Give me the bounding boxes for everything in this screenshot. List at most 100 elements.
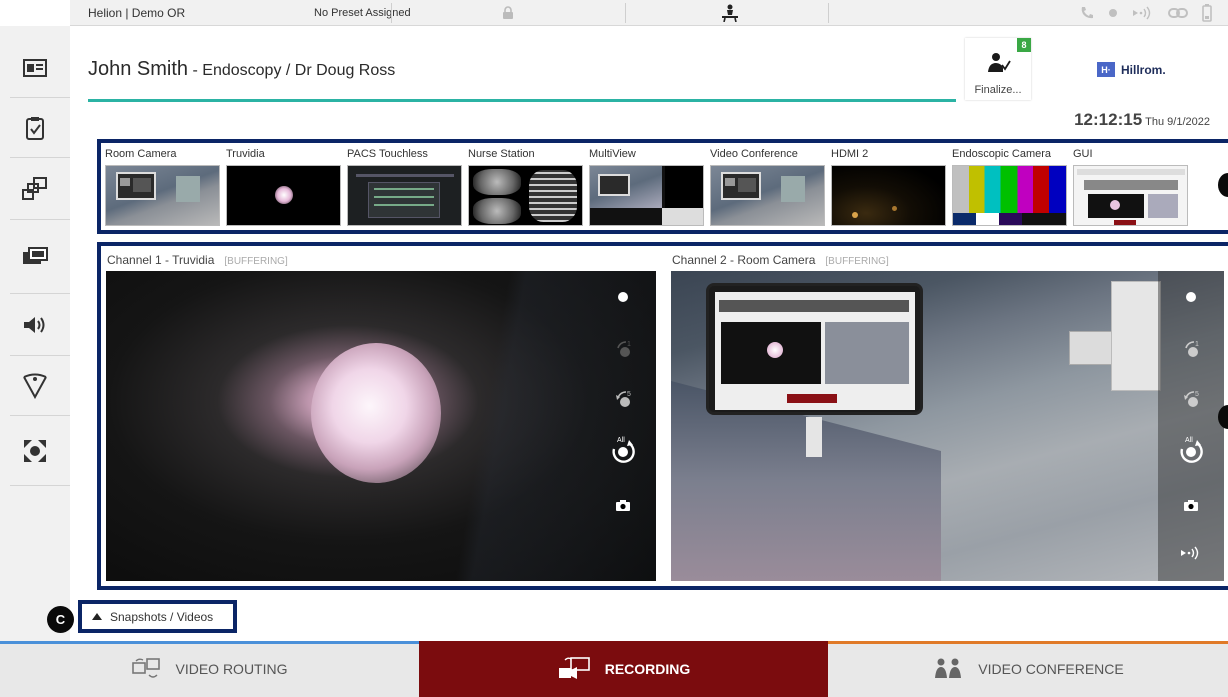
- source-thumbnail: [952, 165, 1067, 226]
- source-thumbnail: [347, 165, 462, 226]
- sidebar-item-audio[interactable]: [0, 294, 70, 356]
- caret-up-icon: [92, 613, 102, 620]
- snapshots-videos-toggle[interactable]: Snapshots / Videos: [78, 600, 237, 633]
- channel-2-controls: 1 5 All: [1158, 271, 1224, 581]
- link-icon: [1168, 8, 1188, 18]
- user-check-icon: [988, 53, 1011, 72]
- clock: 12:12:15 Thu 9/1/2022: [1074, 110, 1210, 130]
- sidebar-item-patient[interactable]: [0, 38, 70, 98]
- record-all-button[interactable]: All: [1158, 431, 1224, 467]
- bottom-navigation: VIDEO ROUTING RECORDING VIDEO CONFERENCE: [0, 641, 1228, 697]
- speaker-icon: [24, 317, 45, 333]
- channel-2-status: [BUFFERING]: [825, 256, 889, 267]
- callout-marker-c: C: [47, 606, 74, 633]
- svg-text:All: All: [617, 437, 625, 444]
- finalize-count-badge: 8: [1017, 38, 1031, 52]
- source-thumbnail: [226, 165, 341, 226]
- channel-2-video[interactable]: 1 5 All: [671, 271, 1224, 581]
- screenshot-button[interactable]: [590, 493, 656, 517]
- source-label: Truvidia: [226, 148, 265, 160]
- stream-button[interactable]: [1158, 541, 1224, 565]
- rewind-5-icon: 5: [616, 391, 631, 407]
- source-label: MultiView: [589, 148, 636, 160]
- status-icons: [1080, 0, 1212, 26]
- record-button[interactable]: [590, 285, 656, 309]
- source-thumbnail: [589, 165, 704, 226]
- snapshot-5-button[interactable]: 5: [1158, 383, 1224, 415]
- lock-button[interactable]: [502, 0, 514, 26]
- sidebar-item-lights[interactable]: [0, 356, 70, 416]
- channel-1-controls: 1 5 All: [590, 271, 656, 581]
- svg-text:5: 5: [1195, 391, 1199, 398]
- clock-time: 12:12:15: [1074, 110, 1143, 129]
- channel-1-title: Channel 1 - Truvidia: [107, 253, 215, 267]
- finalize-button[interactable]: 8 Finalize...: [965, 38, 1031, 100]
- snapshots-label: Snapshots / Videos: [110, 609, 214, 624]
- video-conference-icon: [935, 658, 962, 678]
- surgeon-icon: [722, 4, 738, 22]
- sidebar-item-camera-control[interactable]: [0, 416, 70, 486]
- snapshot-5-button[interactable]: 5: [590, 383, 656, 415]
- clock-date: Thu 9/1/2022: [1145, 116, 1210, 128]
- record-all-icon: All: [1180, 437, 1203, 463]
- svg-text:All: All: [1185, 437, 1193, 444]
- procedure-info: - Endoscopy / Dr Doug Ross: [188, 62, 396, 79]
- source-label: Endoscopic Camera: [952, 148, 1052, 160]
- snapshot-1-button[interactable]: 1: [590, 333, 656, 365]
- rewind-5-icon: 5: [1184, 391, 1199, 407]
- clipboard-check-icon: [26, 117, 44, 140]
- pan-tilt-icon: [24, 440, 46, 462]
- source-thumbnail: [710, 165, 825, 226]
- status-bar: Helion | Demo OR No Preset Assigned: [70, 0, 1228, 26]
- recording-channels-panel: Channel 1 - Truvidia [BUFFERING] 1 5 All …: [97, 242, 1228, 590]
- source-thumbnail: [468, 165, 583, 226]
- video-sources-panel: Room Camera Truvidia PACS Touchless Nurs…: [97, 139, 1228, 234]
- screenshot-button[interactable]: [1158, 493, 1224, 517]
- record-all-button[interactable]: All: [590, 431, 656, 467]
- display-icon: [23, 247, 48, 264]
- channel-1-video[interactable]: 1 5 All: [106, 271, 656, 581]
- patient-card-icon: [23, 59, 47, 77]
- source-label: Room Camera: [105, 148, 177, 160]
- rewind-1-icon: 1: [1185, 341, 1199, 357]
- stream-icon: [1133, 6, 1151, 20]
- record-all-icon: All: [612, 437, 635, 463]
- snapshot-1-button[interactable]: 1: [1158, 333, 1224, 365]
- source-label: PACS Touchless: [347, 148, 428, 160]
- hillrom-logo: H· Hillrom.: [1097, 62, 1166, 77]
- camera-icon: [1184, 500, 1198, 511]
- tab-label: RECORDING: [604, 661, 691, 677]
- phone-icon: [1081, 7, 1093, 19]
- camera-icon: [616, 500, 630, 511]
- logo-text: Hillrom.: [1121, 62, 1166, 77]
- room-monitor: [706, 283, 923, 415]
- recording-icon: [558, 657, 590, 679]
- source-thumbnail: [831, 165, 946, 226]
- tab-video-conference[interactable]: VIDEO CONFERENCE: [828, 641, 1228, 697]
- battery-icon: [1202, 4, 1212, 22]
- source-thumbnail: [1073, 165, 1188, 226]
- surgical-light-icon: [23, 373, 47, 399]
- source-thumbnail: [105, 165, 220, 226]
- record-icon: [618, 292, 628, 302]
- or-room-button[interactable]: [721, 0, 739, 26]
- sidebar-item-displays[interactable]: [0, 220, 70, 294]
- sidebar-item-layout[interactable]: [0, 158, 70, 220]
- record-button[interactable]: [1158, 285, 1224, 309]
- stream-icon: [1181, 546, 1199, 560]
- room-name: Helion | Demo OR: [88, 6, 186, 20]
- finalize-label: Finalize...: [974, 84, 1022, 96]
- svg-text:1: 1: [1195, 341, 1199, 348]
- sidebar-item-checklist[interactable]: [0, 98, 70, 158]
- svg-text:1: 1: [627, 341, 631, 348]
- svg-text:5: 5: [627, 391, 631, 398]
- layout-windows-icon: [22, 177, 47, 200]
- channel-2-title: Channel 2 - Room Camera: [672, 253, 816, 267]
- tab-video-routing[interactable]: VIDEO ROUTING: [0, 641, 419, 697]
- tab-recording[interactable]: RECORDING: [419, 641, 828, 697]
- rewind-1-icon: 1: [617, 341, 631, 357]
- source-label: HDMI 2: [831, 148, 869, 160]
- patient-header: John Smith - Endoscopy / Dr Doug Ross: [88, 58, 395, 81]
- logo-mark: H·: [1097, 62, 1115, 77]
- sidebar-corner: [0, 0, 70, 26]
